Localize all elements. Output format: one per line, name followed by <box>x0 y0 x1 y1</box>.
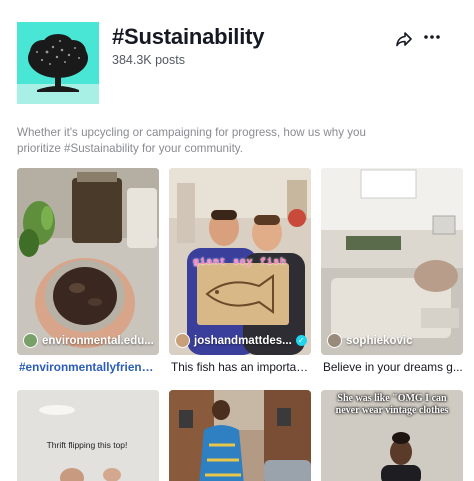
avatar <box>23 333 38 348</box>
verified-badge-icon: ✓ <box>295 335 307 346</box>
thrift-photo <box>17 390 159 481</box>
hashtag-title: #Sustainability <box>112 24 265 49</box>
video-author[interactable]: environmental.edu... <box>23 333 154 348</box>
video-thumbnail[interactable]: She was like "OMG I can never wear vinta… <box>321 390 463 481</box>
author-name: sophiekovic <box>346 334 413 347</box>
hashtag-header: #Sustainability 384.3K posts <box>17 22 457 106</box>
share-arrow-icon <box>396 32 412 47</box>
street-photo <box>169 390 311 481</box>
author-name: joshandmattdes... <box>194 334 292 347</box>
post-count: 384.3K posts <box>112 53 185 67</box>
author-name: environmental.edu... <box>42 334 154 347</box>
more-options-button[interactable] <box>421 28 443 46</box>
video-caption[interactable]: Believe in your dreams g... <box>323 360 463 374</box>
video-thumbnail[interactable] <box>169 390 311 481</box>
hashtag-cover-image <box>17 22 99 104</box>
jar-photo <box>17 168 159 355</box>
video-thumbnail[interactable]: environmental.edu... <box>17 168 159 355</box>
video-author[interactable]: sophiekovic <box>327 333 412 348</box>
video-caption[interactable]: #environmentallyfriendly... <box>19 360 159 374</box>
video-overlay-text: Thrift flipping this top! <box>46 440 128 450</box>
avatar <box>327 333 342 348</box>
video-overlay-text: giant soy fish <box>193 256 287 267</box>
share-button[interactable] <box>395 30 413 48</box>
video-caption[interactable]: This fish has an importan... <box>171 360 311 374</box>
hashtag-description: Whether it's upcycling or campaigning fo… <box>17 126 366 155</box>
video-thumbnail[interactable]: Thrift flipping this top! <box>17 390 159 481</box>
video-overlay-text: She was like "OMG I can never wear vinta… <box>335 393 449 416</box>
video-thumbnail[interactable]: sophiekovic <box>321 168 463 355</box>
bedroom-photo <box>321 168 463 355</box>
avatar <box>175 333 190 348</box>
video-thumbnail[interactable]: giant soy fish joshandmattdes... ✓ <box>169 168 311 355</box>
video-author[interactable]: joshandmattdes... ✓ <box>175 333 307 348</box>
more-dots-icon <box>424 35 440 39</box>
tree-illustration <box>17 22 99 104</box>
